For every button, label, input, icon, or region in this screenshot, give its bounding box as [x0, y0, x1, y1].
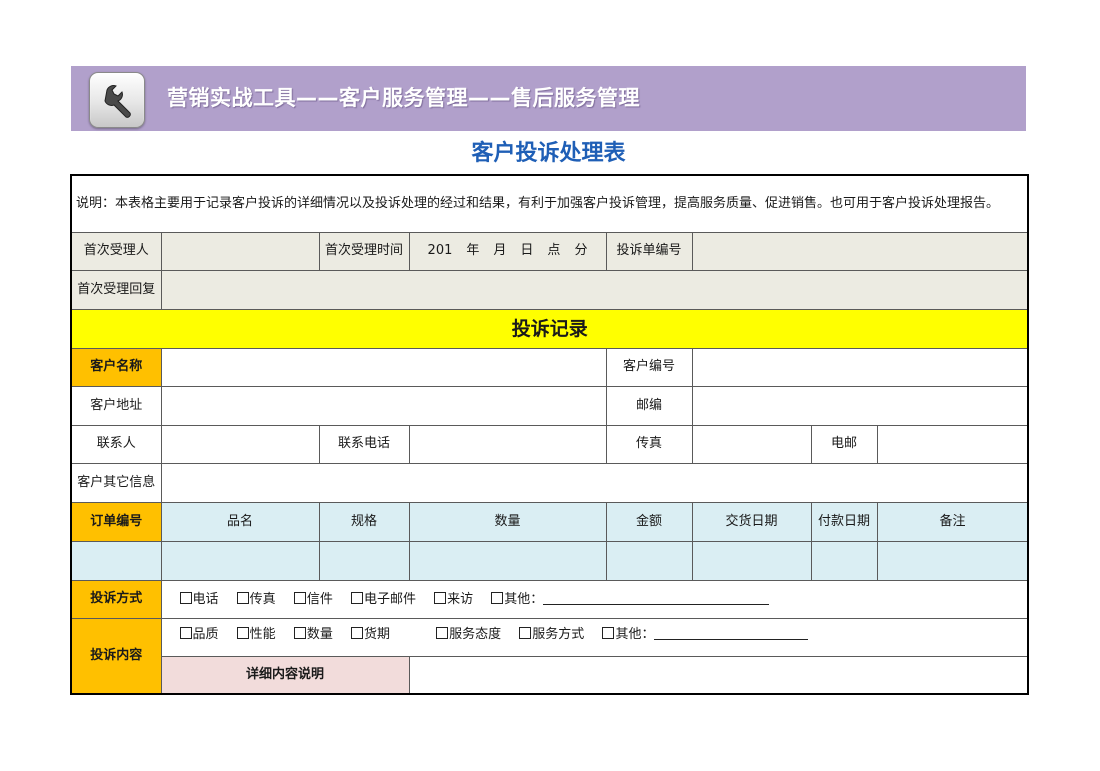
remark-header: 备注: [876, 501, 1029, 542]
customer-name-field[interactable]: [160, 347, 607, 387]
customer-name-label: 客户名称: [70, 347, 162, 387]
remark-cell[interactable]: [876, 540, 1029, 581]
method-option-fax[interactable]: 传真: [236, 591, 276, 607]
form-note: 说明：本表格主要用于记录客户投诉的详细情况以及投诉处理的经过和结果，有利于加强客…: [70, 174, 1029, 233]
email-label: 电邮: [810, 424, 878, 464]
detail-description-label: 详细内容说明: [160, 655, 410, 695]
customer-code-field[interactable]: [691, 347, 1029, 387]
customer-address-field[interactable]: [160, 385, 607, 426]
checkbox-icon: [293, 591, 306, 604]
complaint-method-options: 电话 传真 信件 电子邮件 来访 其他：: [160, 579, 1029, 619]
checkbox-icon: [179, 626, 192, 639]
amount-header: 金额: [605, 501, 693, 542]
complaint-content-label: 投诉内容: [70, 617, 162, 695]
content-option-service-attitude[interactable]: 服务态度: [436, 626, 501, 642]
complaint-form: 说明：本表格主要用于记录客户投诉的详细情况以及投诉处理的经过和结果，有利于加强客…: [70, 174, 1030, 695]
method-option-email[interactable]: 电子邮件: [350, 591, 416, 607]
checkbox-icon: [519, 626, 532, 639]
detail-description-field[interactable]: [408, 655, 1029, 695]
spec-cell[interactable]: [318, 540, 410, 581]
table-row: [70, 540, 1029, 581]
contact-label: 联系人: [70, 424, 162, 464]
payment-date-cell[interactable]: [810, 540, 878, 581]
method-option-visit[interactable]: 来访: [434, 591, 473, 607]
wrench-icon: [89, 72, 145, 128]
method-option-other[interactable]: 其他：: [491, 591, 770, 607]
zip-field[interactable]: [691, 385, 1029, 426]
checkbox-icon: [436, 626, 449, 639]
content-option-service-method[interactable]: 服务方式: [519, 626, 584, 642]
contact-field[interactable]: [160, 424, 320, 464]
complaint-content-options: 品质 性能 数量 货期 服务态度 服务方式 其他：: [160, 617, 1029, 657]
customer-code-label: 客户编号: [605, 347, 693, 387]
content-option-performance[interactable]: 性能: [236, 626, 276, 642]
fax-field[interactable]: [691, 424, 812, 464]
zip-label: 邮编: [605, 385, 693, 426]
checkbox-icon: [491, 591, 504, 604]
quantity-cell[interactable]: [408, 540, 607, 581]
first-time-field[interactable]: 201 年月日点分: [408, 231, 607, 271]
content-option-delivery[interactable]: 货期: [350, 626, 390, 642]
content-option-other[interactable]: 其他：: [602, 626, 809, 642]
delivery-date-header: 交货日期: [691, 501, 812, 542]
content-option-quality[interactable]: 品质: [179, 626, 219, 642]
checkbox-icon: [293, 626, 306, 639]
checkbox-icon: [602, 626, 615, 639]
content-other-blank[interactable]: [654, 627, 809, 640]
order-number-cell[interactable]: [70, 540, 162, 581]
checkbox-icon: [350, 591, 363, 604]
spec-header: 规格: [318, 501, 410, 542]
page-title: 客户投诉处理表: [471, 141, 626, 166]
first-receiver-field[interactable]: [160, 231, 320, 271]
order-number-header: 订单编号: [70, 501, 162, 542]
method-other-blank[interactable]: [543, 592, 770, 605]
first-reply-label: 首次受理回复: [70, 269, 162, 310]
banner-title: 营销实战工具——客户服务管理——售后服务管理: [167, 86, 640, 110]
phone-field[interactable]: [408, 424, 607, 464]
checkbox-icon: [434, 591, 447, 604]
checkbox-icon: [236, 591, 249, 604]
complaint-method-label: 投诉方式: [70, 579, 162, 619]
ticket-number-field[interactable]: [691, 231, 1029, 271]
header-banner: 营销实战工具——客户服务管理——售后服务管理: [71, 66, 1026, 131]
fax-label: 传真: [605, 424, 693, 464]
checkbox-icon: [236, 626, 249, 639]
first-receiver-label: 首次受理人: [70, 231, 162, 271]
quantity-header: 数量: [408, 501, 607, 542]
customer-other-field[interactable]: [160, 462, 1029, 503]
method-option-phone[interactable]: 电话: [179, 591, 219, 607]
amount-cell[interactable]: [605, 540, 693, 581]
method-option-letter[interactable]: 信件: [293, 591, 333, 607]
checkbox-icon: [179, 591, 192, 604]
content-option-quantity[interactable]: 数量: [293, 626, 333, 642]
payment-date-header: 付款日期: [810, 501, 878, 542]
first-reply-field[interactable]: [160, 269, 1029, 310]
checkbox-icon: [350, 626, 363, 639]
ticket-number-label: 投诉单编号: [605, 231, 693, 271]
delivery-date-cell[interactable]: [691, 540, 812, 581]
first-time-label: 首次受理时间: [318, 231, 410, 271]
email-field[interactable]: [876, 424, 1029, 464]
product-name-header: 品名: [160, 501, 320, 542]
customer-other-label: 客户其它信息: [70, 462, 162, 503]
customer-address-label: 客户地址: [70, 385, 162, 426]
product-name-cell[interactable]: [160, 540, 320, 581]
record-section-title: 投诉记录: [70, 308, 1029, 349]
phone-label: 联系电话: [318, 424, 410, 464]
